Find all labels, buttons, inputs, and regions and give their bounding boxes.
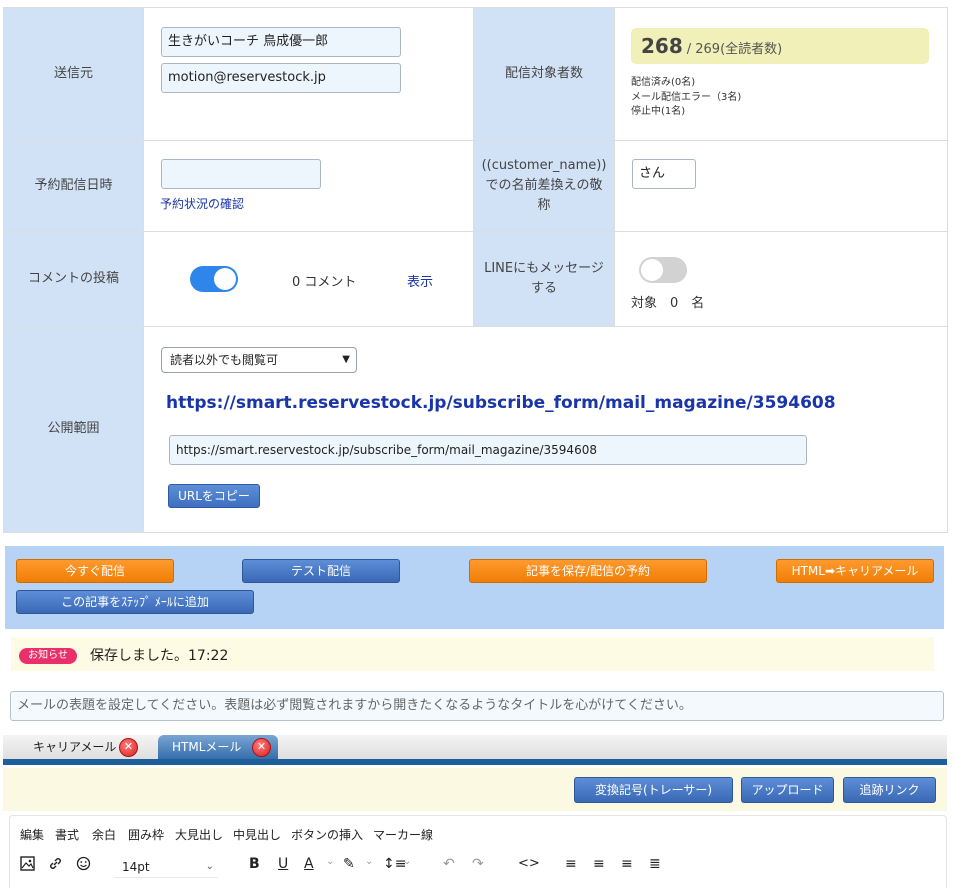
schedule-cell: 予約状況の確認 [143,140,474,232]
chevron-down-icon[interactable]: ⌄ [365,856,373,867]
save-schedule-button[interactable]: 記事を保存/配信の予約 [469,559,707,583]
sent-count: 配信済み(0名) [631,77,696,88]
menu-margin[interactable]: 余白 [92,826,116,843]
line-target-count: 対象 0 名 [631,296,705,311]
toggle-knob [641,259,663,281]
notice-banner: お知らせ 保存しました。17:22 [11,637,934,671]
chevron-down-icon[interactable]: ⌄ [403,856,411,867]
line-toggle[interactable] [639,257,687,283]
undo-icon[interactable]: ↶ [443,856,455,872]
align-center-icon[interactable]: ≡ [593,856,605,872]
image-icon[interactable] [20,856,35,875]
stopped-count: 停止中(1名) [631,106,686,117]
line-label: LINEにもメッセージする [473,231,615,327]
delivery-error-link[interactable]: メール配信エラー（3名) [631,88,741,103]
comments-toggle[interactable] [190,266,238,292]
recipient-count: 268 [641,34,683,58]
schedule-label: 予約配信日時 [3,140,144,232]
sender-cell: 生きがいコーチ 鳥成優一郎 motion@reservestock.jp [143,7,474,141]
tab-html-mail[interactable]: HTMLメール ✕ [158,735,278,761]
editor-tabs: キャリアメール ✕ HTMLメール ✕ [3,735,947,762]
test-send-button[interactable]: テスト配信 [242,559,400,583]
chevron-down-icon[interactable]: ⌄ [326,856,334,867]
schedule-datetime-input[interactable] [161,159,321,189]
toggle-knob [214,268,236,290]
menu-frame[interactable]: 囲み枠 [128,826,164,843]
close-icon[interactable]: ✕ [119,738,138,757]
notice-message: 保存しました。17:22 [90,648,229,664]
menu-format[interactable]: 書式 [55,826,79,843]
chevron-down-icon: ⌄ [205,861,214,872]
line-cell: 対象 0 名 [614,231,948,327]
tab-label: HTMLメール [172,740,242,754]
upload-button[interactable]: アップロード [741,777,834,803]
public-url-input[interactable]: https://smart.reservestock.jp/subscribe_… [169,435,807,465]
visibility-select[interactable]: 読者以外でも閲覧可 ▼ [161,347,357,373]
underline-icon[interactable]: U [278,856,288,872]
send-now-button[interactable]: 今すぐ配信 [16,559,174,583]
align-justify-icon[interactable]: ≣ [649,856,661,872]
copy-url-button[interactable]: URLをコピー [168,484,260,508]
text-color-icon[interactable]: A [304,856,314,872]
font-size-select[interactable]: 14pt ⌄ [114,856,218,878]
tabs-underline [3,759,947,765]
menu-edit[interactable]: 編集 [20,826,44,843]
visibility-label: 公開範囲 [3,326,144,533]
recipients-cell: 268/ 269(全読者数) 配信済み(0名) メール配信エラー（3名) 停止中… [614,7,948,141]
convert-symbol-button[interactable]: 変換記号(トレーサー) [574,777,733,803]
sender-label: 送信元 [3,7,144,141]
menu-large-heading[interactable]: 大見出し [175,826,223,843]
tab-label: キャリアメール [33,740,117,754]
subject-input[interactable]: メールの表題を設定してください。表題は必ず閲覧されますから開きたくなるようなタイ… [10,691,944,721]
mail-settings-table: 送信元 生きがいコーチ 鳥成優一郎 motion@reservestock.jp… [3,7,948,533]
menu-marker-line[interactable]: マーカー線 [373,826,433,843]
rich-text-editor: 編集 書式 余白 囲み枠 大見出し 中見出し ボタンの挿入 マーカー線 14pt… [9,815,947,888]
show-comments-link[interactable]: 表示 [407,271,433,290]
notice-badge: お知らせ [19,648,77,664]
emoji-icon[interactable] [76,856,91,875]
comments-label: コメントの投稿 [3,231,144,327]
html-carrier-button[interactable]: HTML➡キャリアメール [776,559,934,583]
honorific-label: ((customer_name))での名前差換えの敬称 [473,140,615,232]
editor-action-toolbar: 変換記号(トレーサー) アップロード 追跡リンク [3,768,947,811]
recipient-count-box: 268/ 269(全読者数) [631,28,929,64]
tracking-link-button[interactable]: 追跡リンク [843,777,936,803]
menu-insert-button[interactable]: ボタンの挿入 [291,826,363,843]
honorific-input[interactable]: さん [632,159,696,189]
recipient-total: / 269(全読者数) [686,42,783,57]
tab-carrier-mail[interactable]: キャリアメール ✕ [19,735,149,761]
schedule-check-link[interactable]: 予約状況の確認 [160,195,244,212]
sender-email-input[interactable]: motion@reservestock.jp [161,63,401,93]
recipients-label: 配信対象者数 [473,7,615,141]
public-url-link[interactable]: https://smart.reservestock.jp/subscribe_… [166,393,836,413]
comment-count: 0 コメント [292,275,357,290]
visibility-selected: 読者以外でも閲覧可 [170,353,279,367]
chevron-down-icon: ▼ [342,354,350,365]
close-icon[interactable]: ✕ [252,738,271,757]
honorific-cell: さん [614,140,948,232]
comments-cell: 0 コメント 表示 [143,231,474,327]
bold-icon[interactable]: B [249,856,260,872]
source-code-icon[interactable]: <> [518,856,540,871]
font-size-value: 14pt [122,860,150,874]
action-bar: 今すぐ配信 テスト配信 記事を保存/配信の予約 HTML➡キャリアメール この記… [5,546,944,629]
highlight-icon[interactable]: ✎ [343,856,355,872]
align-left-icon[interactable]: ≡ [565,856,577,872]
link-icon[interactable] [48,856,63,875]
redo-icon[interactable]: ↷ [472,856,484,872]
sender-name-input[interactable]: 生きがいコーチ 鳥成優一郎 [161,27,401,57]
visibility-cell: 読者以外でも閲覧可 ▼ https://smart.reservestock.j… [143,326,948,533]
add-step-mail-button[interactable]: この記事をｽﾃｯﾌﾟ ﾒｰﾙに追加 [16,590,254,614]
align-right-icon[interactable]: ≡ [621,856,633,872]
menu-medium-heading[interactable]: 中見出し [233,826,281,843]
